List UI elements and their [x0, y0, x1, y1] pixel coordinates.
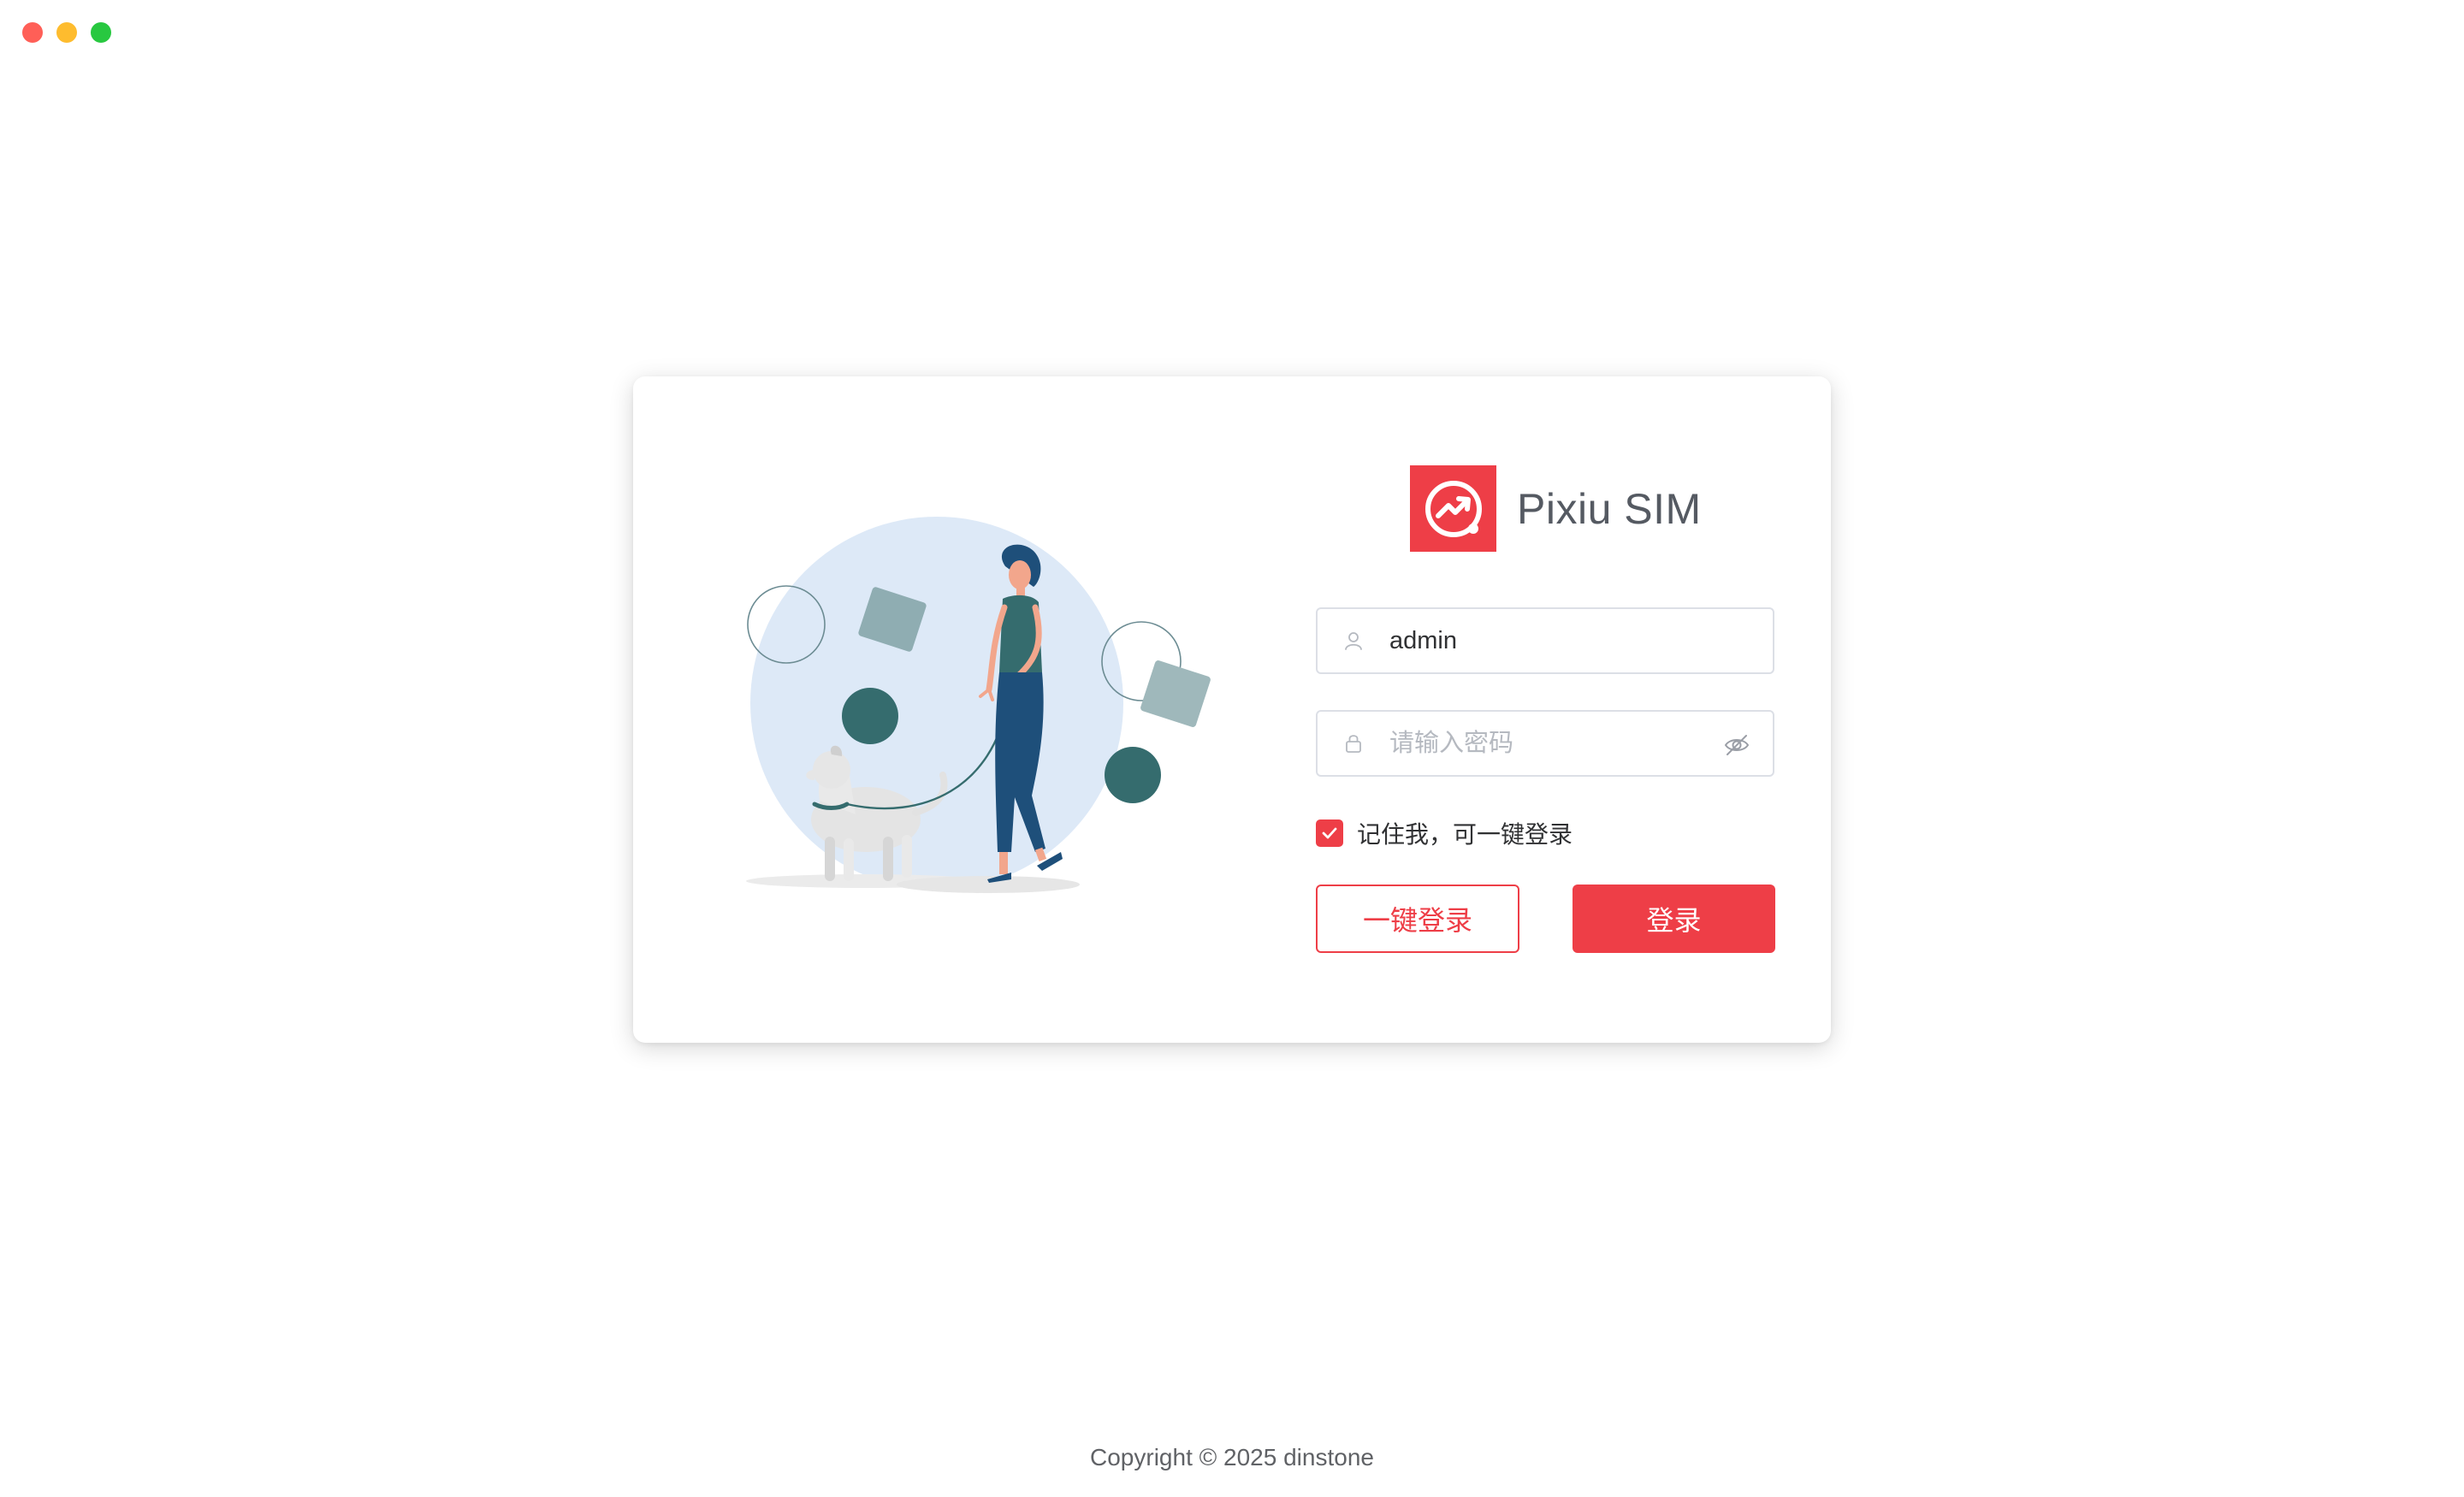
app-title: Pixiu SIM — [1517, 484, 1702, 533]
login-button[interactable]: 登录 — [1573, 885, 1775, 953]
close-window-button[interactable] — [22, 22, 43, 43]
username-field[interactable] — [1316, 607, 1774, 674]
password-field[interactable] — [1316, 710, 1774, 777]
window-controls — [22, 22, 111, 43]
check-icon — [1322, 827, 1337, 839]
app-window: Pixiu SIM admin 记住我，可一键登录 一键登录 登录 Copyri… — [0, 0, 2464, 1497]
username-input[interactable] — [1389, 626, 1715, 655]
lock-icon — [1336, 726, 1371, 760]
user-icon — [1336, 624, 1371, 658]
password-input[interactable] — [1389, 729, 1715, 758]
remember-checkbox[interactable] — [1316, 820, 1343, 847]
eye-slash-icon[interactable] — [1720, 728, 1754, 762]
copyright-footer: Copyright © 2025 dinstone — [1090, 1444, 1374, 1470]
minimize-window-button[interactable] — [56, 22, 77, 43]
quick-login-button[interactable]: 一键登录 — [1316, 885, 1519, 953]
login-illustration — [736, 513, 1249, 898]
login-card: Pixiu SIM admin 记住我，可一键登录 一键登录 登录 — [633, 376, 1831, 1043]
maximize-window-button[interactable] — [91, 22, 111, 43]
trend-chart-icon — [1410, 465, 1496, 552]
brand-header: Pixiu SIM — [1410, 465, 1702, 552]
remember-label: 记住我，可一键登录 — [1357, 821, 1573, 848]
remember-me[interactable]: 记住我，可一键登录 — [1316, 816, 1573, 850]
